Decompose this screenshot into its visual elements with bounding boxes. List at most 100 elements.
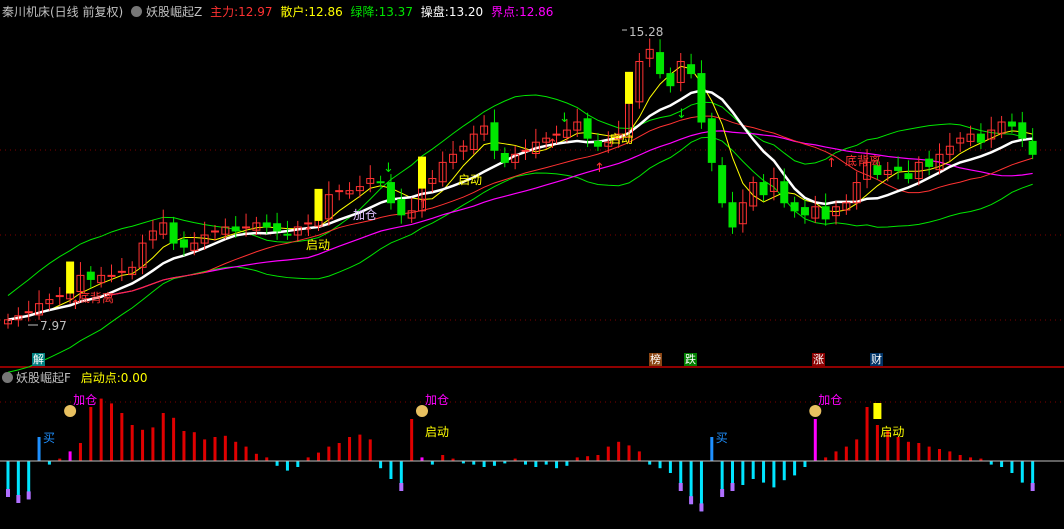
mai-signal-label: 买 bbox=[43, 431, 55, 445]
jiedian-value: 12.86 bbox=[519, 5, 554, 19]
indicator-bar bbox=[379, 461, 383, 469]
indicator-bar bbox=[213, 437, 217, 461]
indicator-bar bbox=[958, 455, 962, 461]
indicator-bar bbox=[627, 445, 631, 461]
candle-body bbox=[242, 226, 251, 229]
indicator-bar bbox=[172, 417, 176, 461]
buy-arrow-icon: ↑ bbox=[594, 161, 605, 176]
launch-bar bbox=[66, 261, 75, 294]
buy-arrow-icon: ↑ bbox=[70, 298, 81, 313]
candle-body bbox=[521, 149, 530, 152]
sell-arrow-icon: ↓ bbox=[559, 111, 570, 126]
marker-bang[interactable]: 榜 bbox=[649, 353, 662, 366]
beili-label: 底背离 bbox=[78, 290, 114, 305]
indicator-bar-tip bbox=[678, 483, 683, 491]
indicator-bar bbox=[234, 441, 238, 461]
mai-signal-label: 买 bbox=[716, 431, 728, 445]
indicator-bar bbox=[772, 461, 776, 488]
indicator-bar bbox=[855, 439, 859, 461]
indicator-bar bbox=[265, 457, 269, 461]
jiacang-label: 加仓 bbox=[353, 208, 377, 222]
indicator-bar bbox=[793, 461, 797, 476]
candle-body bbox=[759, 182, 768, 196]
jiedian-label: 界点: bbox=[491, 5, 520, 19]
indicator-bar bbox=[1020, 461, 1024, 483]
main-chart-header: 秦川机床(日线 前复权) 妖股崛起Z 主力:12.97 散户:12.86 绿降:… bbox=[2, 3, 557, 20]
indicator-bar bbox=[617, 441, 621, 461]
indicator-bar bbox=[223, 435, 227, 461]
candle-body bbox=[335, 190, 344, 193]
candle-body bbox=[821, 206, 830, 220]
marker-zhang[interactable]: 涨 bbox=[812, 353, 825, 366]
marker-jie[interactable]: 解 bbox=[32, 353, 45, 366]
indicator-bar bbox=[296, 461, 300, 467]
jiacang-signal-label: 加仓 bbox=[425, 393, 449, 407]
indicator-settings-icon[interactable] bbox=[131, 6, 143, 17]
indicator-bar bbox=[813, 419, 817, 461]
indicator-bar bbox=[606, 446, 610, 461]
indicator-bar bbox=[161, 413, 165, 461]
candle-body bbox=[718, 165, 727, 204]
candle-body bbox=[780, 181, 789, 204]
indicator-bar bbox=[1000, 461, 1004, 467]
price-chart[interactable]: 15.287.97启动启动启动加仓底背离底背离↑↑↑↑ ↑↑↓↓ ↓买 买加仓 加仓 加仓… bbox=[0, 0, 1064, 529]
candle-body bbox=[593, 140, 602, 147]
lvjiang-label: 绿降: bbox=[350, 5, 379, 19]
qidong-value: 0.00 bbox=[120, 371, 148, 385]
qidong-label: 启动 bbox=[458, 173, 482, 187]
indicator-bar bbox=[782, 461, 786, 481]
candle-body bbox=[55, 295, 64, 298]
indicator-bar bbox=[327, 446, 331, 461]
indicator-bar-tip bbox=[689, 496, 694, 505]
candle-body bbox=[583, 118, 592, 139]
marker-cai[interactable]: 财 bbox=[870, 353, 883, 366]
candle-body bbox=[231, 226, 240, 232]
indicator-bar bbox=[89, 407, 93, 461]
sub-indicator-settings-icon[interactable] bbox=[2, 372, 13, 383]
indicator-bar bbox=[244, 446, 248, 461]
indicator-bar-tip bbox=[16, 495, 21, 503]
lvjiang-value: 13.37 bbox=[378, 5, 413, 19]
marker-die[interactable]: 跌 bbox=[684, 353, 697, 366]
zhuli-value: 12.97 bbox=[238, 5, 273, 19]
indicator-bar bbox=[141, 429, 145, 461]
candle-body bbox=[117, 270, 126, 273]
candle-body bbox=[273, 223, 282, 232]
indicator-bar bbox=[989, 461, 993, 465]
candle-body bbox=[86, 271, 95, 280]
jiacang-signal-label: 加仓 bbox=[818, 393, 842, 407]
qidong-signal-label: 启动 bbox=[880, 425, 904, 439]
candle-body bbox=[1028, 140, 1037, 155]
candle-body bbox=[24, 311, 33, 314]
caopan-label: 操盘: bbox=[420, 5, 449, 19]
indicator-bar bbox=[668, 461, 672, 473]
indicator-bar bbox=[472, 461, 476, 465]
indicator-bar bbox=[317, 452, 320, 461]
indicator-bar bbox=[337, 443, 341, 461]
indicator-bar bbox=[710, 437, 714, 461]
candle-body bbox=[211, 230, 219, 233]
indicator-bar bbox=[492, 461, 496, 466]
indicator-bar bbox=[803, 461, 807, 467]
candle-body bbox=[728, 202, 737, 228]
beili-label: 底背离 bbox=[845, 153, 881, 168]
indicator-bar bbox=[658, 461, 662, 469]
stock-title: 秦川机床(日线 前复权) bbox=[2, 5, 124, 19]
indicator-bar bbox=[906, 441, 910, 461]
candle-body bbox=[790, 202, 799, 212]
launch-signal-bar bbox=[873, 403, 882, 419]
indicator-bar bbox=[969, 457, 973, 461]
indicator-bar-tip bbox=[730, 483, 735, 491]
buy-arrow-icon: ↑ bbox=[547, 137, 558, 152]
indicator-bar bbox=[389, 461, 393, 479]
candle-body bbox=[707, 118, 716, 163]
zhuli-label: 主力: bbox=[210, 5, 239, 19]
indicator-bar bbox=[182, 431, 186, 461]
indicator-bar bbox=[420, 457, 424, 461]
indicator-bar bbox=[648, 461, 652, 465]
indicator-bar bbox=[586, 456, 590, 461]
indicator-bar bbox=[1010, 461, 1014, 473]
indicator-bar bbox=[285, 461, 289, 471]
indicator-name: 妖股崛起Z bbox=[146, 5, 203, 19]
launch-bar bbox=[314, 188, 323, 221]
